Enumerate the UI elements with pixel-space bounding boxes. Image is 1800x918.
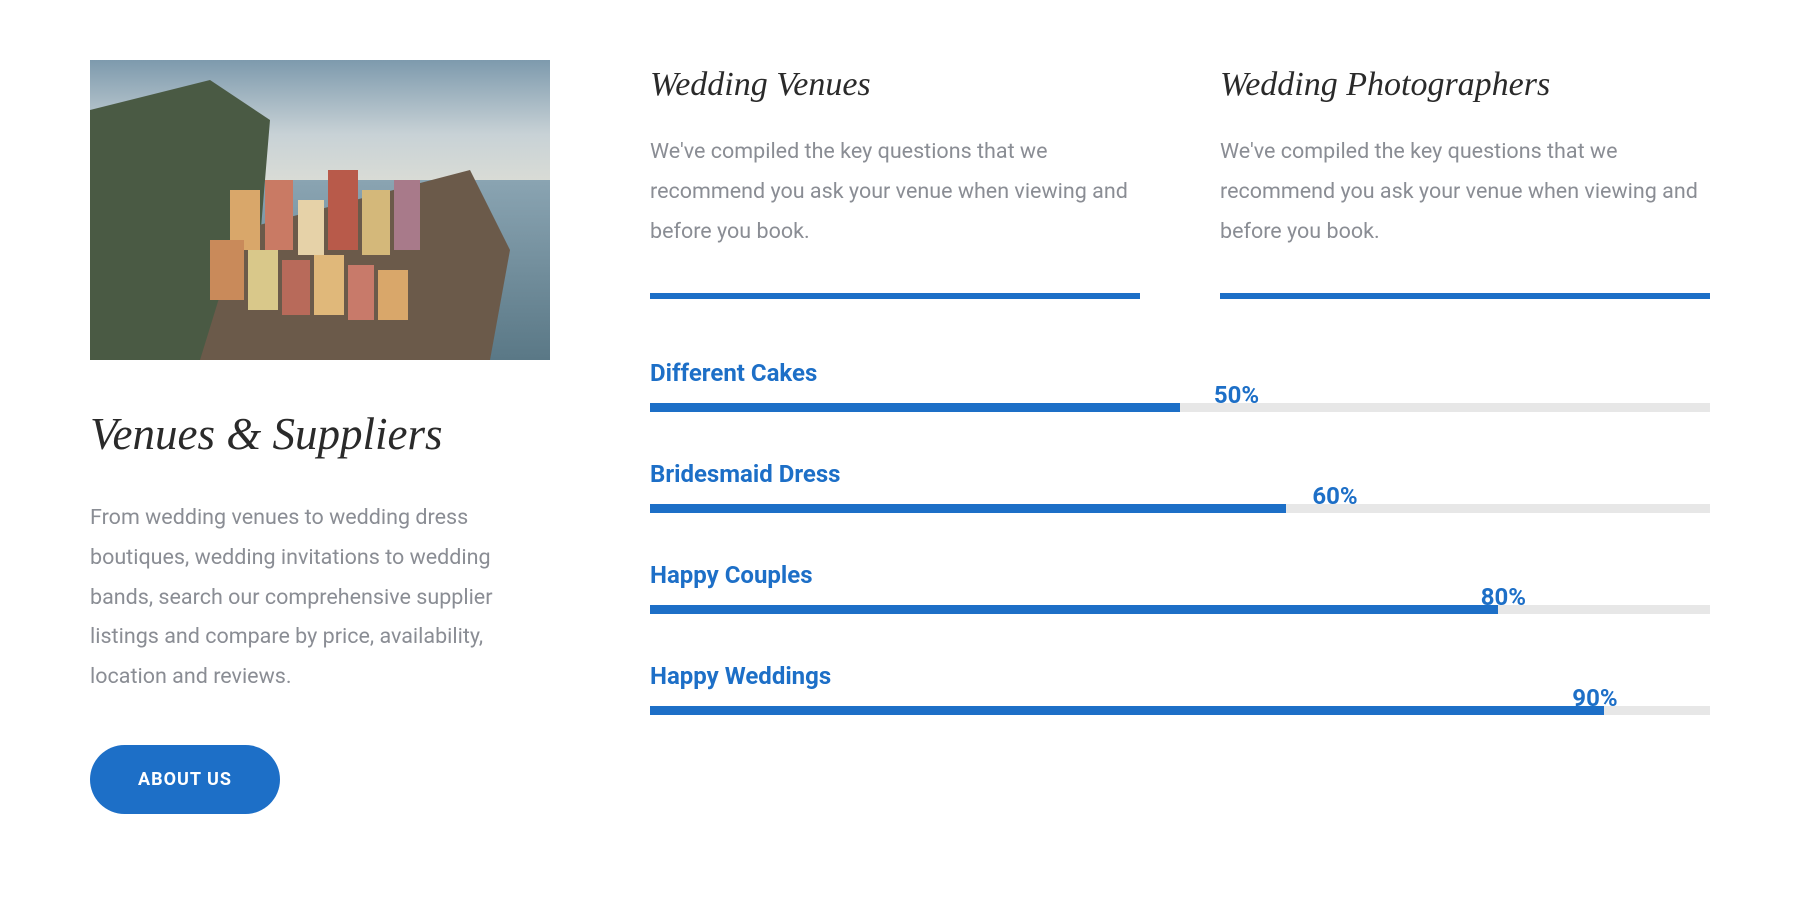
progress-fill — [650, 403, 1180, 412]
divider — [650, 293, 1140, 299]
block-description: We've compiled the key questions that we… — [650, 132, 1140, 251]
block-title: Wedding Venues — [650, 66, 1140, 104]
progress-label: Happy Couples — [650, 561, 813, 589]
section-title: Venues & Suppliers — [90, 408, 550, 460]
progress-fill — [650, 706, 1604, 715]
progress-bar — [650, 605, 1710, 614]
venue-image — [90, 60, 550, 360]
progress-bar — [650, 504, 1710, 513]
block-title: Wedding Photographers — [1220, 66, 1710, 104]
progress-item: Different Cakes50% — [650, 359, 1710, 412]
progress-fill — [650, 605, 1498, 614]
progress-item: Happy Weddings90% — [650, 662, 1710, 715]
progress-item: Bridesmaid Dress60% — [650, 460, 1710, 513]
progress-label: Bridesmaid Dress — [650, 460, 841, 488]
progress-bar — [650, 706, 1710, 715]
progress-fill — [650, 504, 1286, 513]
progress-chart: Different Cakes50% Bridesmaid Dress60% Hap… — [650, 359, 1710, 715]
wedding-photographers-block: Wedding Photographers We've compiled the… — [1220, 60, 1710, 299]
section-description: From wedding venues to wedding dress bou… — [90, 498, 550, 697]
block-description: We've compiled the key questions that we… — [1220, 132, 1710, 251]
wedding-venues-block: Wedding Venues We've compiled the key qu… — [650, 60, 1140, 299]
progress-label: Different Cakes — [650, 359, 817, 387]
divider — [1220, 293, 1710, 299]
progress-bar — [650, 403, 1710, 412]
progress-label: Happy Weddings — [650, 662, 831, 690]
about-us-button[interactable]: ABOUT US — [90, 745, 280, 814]
progress-item: Happy Couples80% — [650, 561, 1710, 614]
